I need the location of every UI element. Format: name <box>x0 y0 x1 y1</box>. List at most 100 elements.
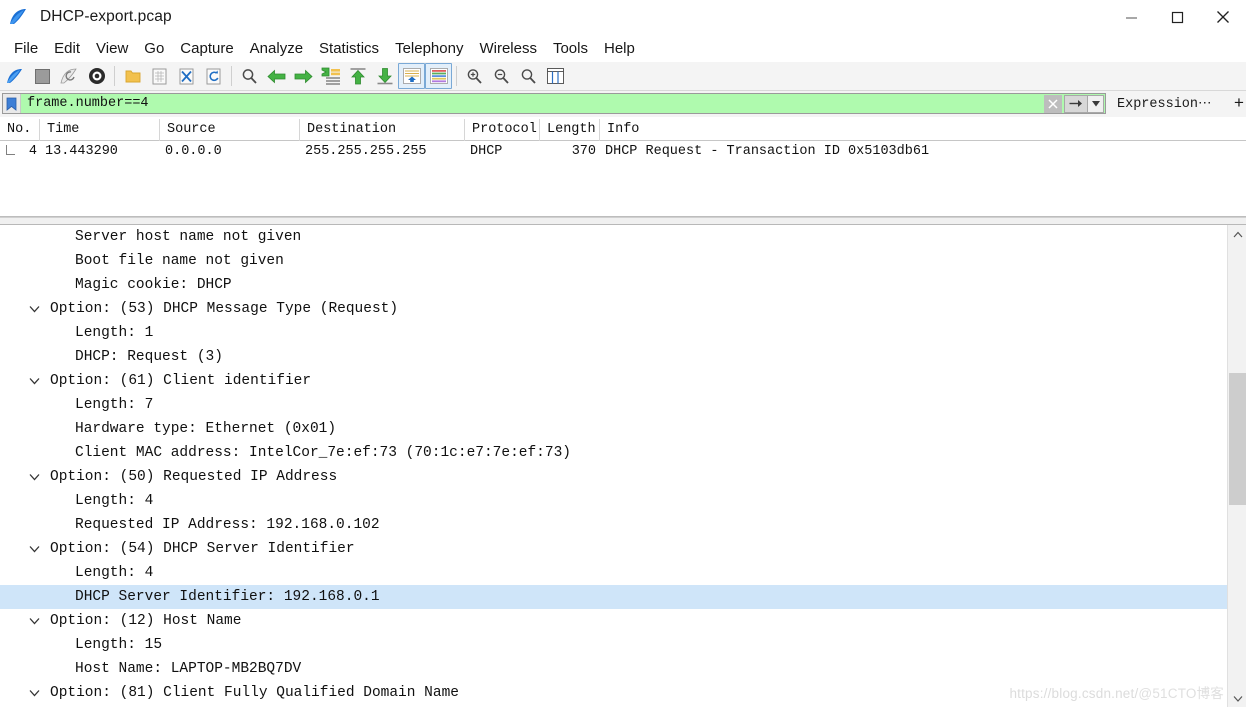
menu-tools[interactable]: Tools <box>545 38 596 59</box>
tree-node[interactable]: Requested IP Address: 192.168.0.102 <box>0 513 1227 537</box>
save-file-button[interactable] <box>146 63 173 89</box>
column-header-destination[interactable]: Destination <box>300 119 465 141</box>
scrollbar-thumb[interactable] <box>1229 373 1246 505</box>
tree-node[interactable]: Option: (53) DHCP Message Type (Request) <box>0 297 1227 321</box>
column-header-time[interactable]: Time <box>40 119 160 141</box>
toolbar-separator <box>114 66 115 86</box>
menu-edit[interactable]: Edit <box>46 38 88 59</box>
tree-node[interactable]: Length: 4 <box>0 561 1227 585</box>
zoom-reset-button[interactable] <box>515 63 542 89</box>
tree-node-label: Length: 4 <box>75 493 154 509</box>
go-to-packet-button[interactable] <box>317 63 344 89</box>
zoom-out-icon <box>493 68 510 85</box>
scroll-up-button[interactable] <box>1228 225 1246 243</box>
menu-go[interactable]: Go <box>136 38 172 59</box>
chevron-down-icon[interactable] <box>27 369 41 393</box>
go-to-first-packet-button[interactable] <box>344 63 371 89</box>
scroll-down-button[interactable] <box>1228 689 1246 707</box>
tree-node[interactable]: Server host name not given <box>0 225 1227 249</box>
wireshark-window: DHCP-export.pcap File Edit View Go Captu… <box>0 0 1246 707</box>
go-to-packet-icon <box>321 67 341 85</box>
zoom-in-button[interactable] <box>461 63 488 89</box>
tree-node[interactable]: Length: 4 <box>0 489 1227 513</box>
chevron-down-icon[interactable] <box>27 465 41 489</box>
colorize-packets-button[interactable] <box>425 63 452 89</box>
close-button[interactable] <box>1200 0 1246 34</box>
resize-columns-button[interactable] <box>542 63 569 89</box>
display-filter-input[interactable]: frame.number==4 <box>21 96 1044 111</box>
menu-analyze[interactable]: Analyze <box>242 38 311 59</box>
tree-node-selected[interactable]: DHCP Server Identifier: 192.168.0.1 <box>0 585 1227 609</box>
capture-options-button[interactable] <box>83 63 110 89</box>
go-to-last-packet-button[interactable] <box>371 63 398 89</box>
tree-node[interactable]: Boot file name not given <box>0 249 1227 273</box>
open-file-button[interactable] <box>119 63 146 89</box>
column-header-no[interactable]: No. <box>0 119 40 141</box>
tree-node[interactable]: Client MAC address: IntelCor_7e:ef:73 (7… <box>0 441 1227 465</box>
column-header-protocol[interactable]: Protocol <box>465 119 540 141</box>
cell-no-value: 4 <box>28 144 37 159</box>
menu-help[interactable]: Help <box>596 38 643 59</box>
filter-expression-button[interactable]: Expression⋯ <box>1117 95 1212 112</box>
column-header-info[interactable]: Info <box>600 119 1240 141</box>
stop-capture-icon <box>34 68 51 85</box>
tree-node[interactable]: Option: (50) Requested IP Address <box>0 465 1227 489</box>
table-row[interactable]: 4 13.443290 0.0.0.0 255.255.255.255 DHCP… <box>0 141 1246 162</box>
go-to-first-icon <box>349 67 367 85</box>
apply-filter-button[interactable] <box>1064 94 1088 113</box>
tree-node-label: Length: 1 <box>75 325 154 341</box>
minimize-button[interactable] <box>1108 0 1154 34</box>
tree-node[interactable]: Option: (54) DHCP Server Identifier <box>0 537 1227 561</box>
tree-node[interactable]: Magic cookie: DHCP <box>0 273 1227 297</box>
menu-telephony[interactable]: Telephony <box>387 38 471 59</box>
tree-node[interactable]: Length: 15 <box>0 633 1227 657</box>
tree-node[interactable]: DHCP: Request (3) <box>0 345 1227 369</box>
go-to-last-icon <box>376 67 394 85</box>
chevron-down-icon[interactable] <box>27 609 41 633</box>
tree-node-label: Client MAC address: IntelCor_7e:ef:73 (7… <box>75 445 571 461</box>
cell-source: 0.0.0.0 <box>165 144 222 159</box>
clear-filter-button[interactable] <box>1044 94 1062 113</box>
stop-capture-button[interactable] <box>29 63 56 89</box>
chevron-down-icon[interactable] <box>27 537 41 561</box>
wireshark-fin-icon <box>9 8 31 26</box>
find-packet-button[interactable] <box>236 63 263 89</box>
menu-view[interactable]: View <box>88 38 136 59</box>
auto-scroll-button[interactable] <box>398 63 425 89</box>
maximize-button[interactable] <box>1154 0 1200 34</box>
start-capture-button[interactable] <box>2 63 29 89</box>
close-file-button[interactable] <box>173 63 200 89</box>
tree-node[interactable]: Length: 1 <box>0 321 1227 345</box>
tree-node[interactable]: Option: (61) Client identifier <box>0 369 1227 393</box>
menu-capture[interactable]: Capture <box>172 38 241 59</box>
chevron-down-icon[interactable] <box>27 297 41 321</box>
go-back-button[interactable] <box>263 63 290 89</box>
zoom-out-button[interactable] <box>488 63 515 89</box>
menu-file[interactable]: File <box>6 38 46 59</box>
tree-node[interactable]: Option: (12) Host Name <box>0 609 1227 633</box>
tree-node[interactable]: Length: 7 <box>0 393 1227 417</box>
tree-node[interactable]: Host Name: LAPTOP-MB2BQ7DV <box>0 657 1227 681</box>
bookmark-icon[interactable] <box>3 94 21 113</box>
filter-history-dropdown[interactable] <box>1088 94 1104 113</box>
go-forward-button[interactable] <box>290 63 317 89</box>
tree-node[interactable]: Option: (81) Client Fully Qualified Doma… <box>0 681 1227 705</box>
reload-file-button[interactable] <box>200 63 227 89</box>
go-forward-icon <box>294 69 313 84</box>
menu-statistics[interactable]: Statistics <box>311 38 387 59</box>
tree-node-label: Boot file name not given <box>75 253 284 269</box>
chevron-down-icon[interactable] <box>27 681 41 705</box>
toolbar-separator <box>456 66 457 86</box>
column-header-source[interactable]: Source <box>160 119 300 141</box>
restart-capture-button[interactable] <box>56 63 83 89</box>
add-filter-button[interactable]: + <box>1234 94 1244 112</box>
details-vertical-scrollbar[interactable] <box>1227 225 1246 707</box>
menu-wireless[interactable]: Wireless <box>471 38 545 59</box>
column-header-length[interactable]: Length <box>540 119 600 141</box>
tree-node[interactable]: Hardware type: Ethernet (0x01) <box>0 417 1227 441</box>
cell-time: 13.443290 <box>45 144 118 159</box>
display-filter-input-wrapper[interactable]: frame.number==4 <box>2 93 1106 114</box>
pane-splitter[interactable] <box>0 217 1246 225</box>
go-back-icon <box>267 69 286 84</box>
tree-node-label: Magic cookie: DHCP <box>75 277 232 293</box>
